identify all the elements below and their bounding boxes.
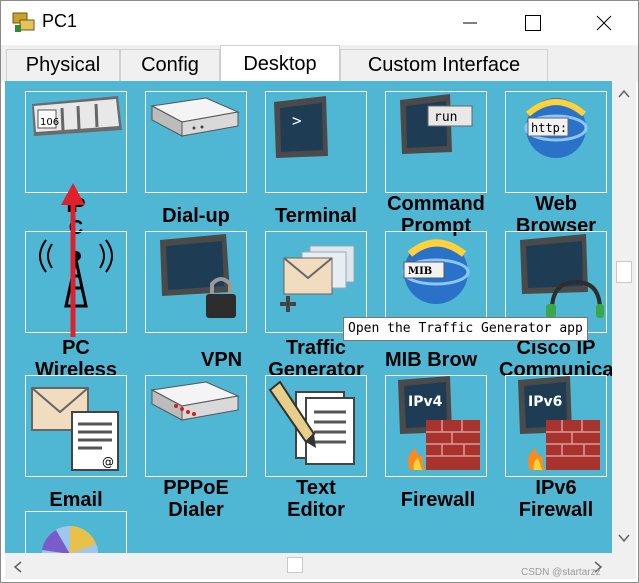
- close-icon: [596, 15, 612, 31]
- dial-up-app[interactable]: [145, 91, 247, 193]
- modem-icon: [150, 97, 240, 137]
- ip-configuration-icon: 106: [32, 96, 122, 136]
- traffic-generator-tooltip: Open the Traffic Generator app: [343, 317, 588, 341]
- minimize-button[interactable]: [447, 1, 493, 45]
- vertical-scrollbar[interactable]: [612, 81, 636, 553]
- pppoe-dialer-label: PPPoE Dialer: [163, 477, 229, 521]
- scroll-down-arrow-icon[interactable]: [618, 533, 630, 543]
- firewall-label: Firewall: [400, 489, 476, 511]
- http-badge: http:: [531, 121, 567, 135]
- firewall-app[interactable]: IPv4: [385, 375, 487, 477]
- pppoe-modem-icon: [150, 381, 240, 421]
- annotation-arrow-icon: [61, 183, 85, 337]
- firewall-icon: IPv4: [398, 376, 480, 470]
- run-badge: run: [434, 110, 457, 125]
- packet-tracer-app-icon: [12, 12, 35, 32]
- scroll-left-arrow-icon[interactable]: [13, 561, 23, 573]
- title-bar: PC1: [1, 1, 638, 45]
- web-browser-app[interactable]: http:: [505, 91, 607, 193]
- mib-badge: MIB: [408, 266, 432, 277]
- email-label: Email: [49, 489, 103, 511]
- vpn-icon: [160, 234, 236, 318]
- ipv6-firewall-label: IPv6 Firewall: [518, 477, 594, 521]
- maximize-button[interactable]: [510, 1, 556, 45]
- window-title: PC1: [42, 11, 78, 31]
- close-button[interactable]: [581, 1, 627, 45]
- at-badge: @: [102, 455, 114, 469]
- vpn-app[interactable]: [145, 231, 247, 333]
- text-editor-app[interactable]: [265, 375, 367, 477]
- terminal-icon: >: [274, 96, 328, 158]
- tab-custom-interface[interactable]: Custom Interface: [340, 49, 548, 81]
- command-prompt-icon: run: [400, 94, 473, 154]
- terminal-glyph: >: [292, 111, 302, 130]
- ipv4-badge: IPv4: [408, 394, 443, 410]
- ipv6-firewall-icon: IPv6: [518, 376, 600, 470]
- command-prompt-app[interactable]: run: [385, 91, 487, 193]
- text-editor-label: Text Editor: [287, 477, 345, 521]
- tab-config[interactable]: Config: [120, 49, 220, 81]
- vertical-scroll-thumb[interactable]: [616, 261, 632, 283]
- pie-chart-icon: [42, 526, 98, 553]
- text-editor-icon: [268, 380, 355, 465]
- partial-app-tile[interactable]: [25, 511, 127, 553]
- watermark: CSDN @startarzz: [521, 567, 601, 578]
- minimize-icon: [463, 22, 477, 24]
- ipv6-firewall-app[interactable]: IPv6: [505, 375, 607, 477]
- email-app[interactable]: @: [25, 375, 127, 477]
- scrollbar-corner: [612, 553, 636, 579]
- dial-up-label: Dial-up: [162, 205, 230, 227]
- pppoe-dialer-app[interactable]: [145, 375, 247, 477]
- scroll-up-arrow-icon[interactable]: [618, 89, 630, 99]
- horizontal-scroll-thumb[interactable]: [287, 557, 303, 573]
- ip-config-badge: 106: [40, 117, 59, 128]
- ip-configuration-app[interactable]: 106: [25, 91, 127, 193]
- web-browser-icon: http:: [524, 98, 588, 158]
- app-window: PC1 Physical Config Desktop Custom Inter…: [0, 0, 639, 583]
- vpn-label: VPN: [201, 349, 243, 371]
- maximize-icon: [525, 15, 541, 31]
- tab-bar: Physical Config Desktop Custom Interface: [1, 45, 638, 82]
- terminal-label: Terminal: [275, 205, 357, 227]
- tab-physical[interactable]: Physical: [6, 49, 120, 81]
- tab-desktop[interactable]: Desktop: [220, 45, 340, 82]
- terminal-app[interactable]: >: [265, 91, 367, 193]
- ipv6-badge: IPv6: [528, 394, 562, 410]
- mib-browser-label: MIB Brow: [385, 349, 478, 371]
- email-icon: @: [31, 387, 119, 471]
